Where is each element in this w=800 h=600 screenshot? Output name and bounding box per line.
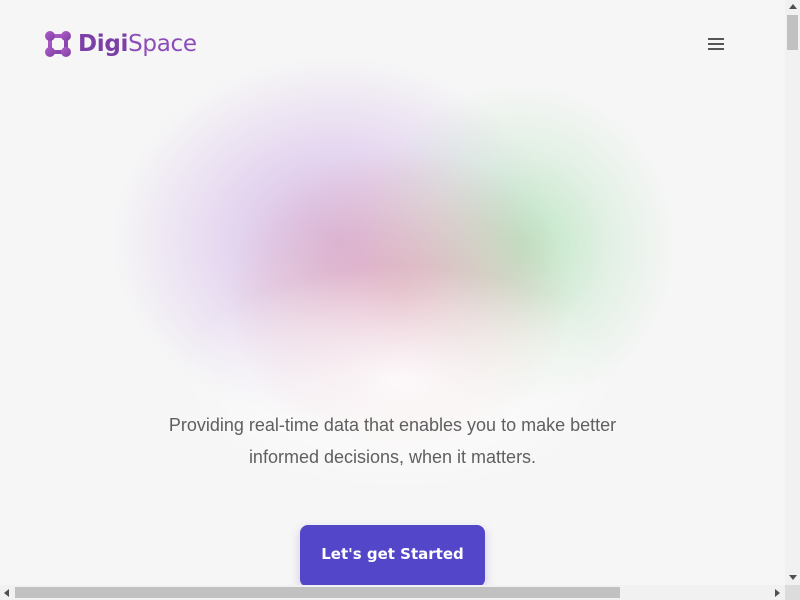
brand-logo-link[interactable]: DigiSpace — [44, 30, 197, 58]
hero-tagline-line1: Providing real-time data that enables yo… — [168, 415, 617, 435]
vertical-scrollbar-thumb[interactable] — [787, 15, 798, 50]
scroll-right-arrow-icon[interactable] — [775, 589, 780, 597]
scroll-left-arrow-icon[interactable] — [4, 589, 9, 597]
horizontal-scrollbar-thumb[interactable] — [15, 587, 620, 598]
horizontal-scrollbar[interactable] — [0, 585, 785, 600]
scroll-down-arrow-icon[interactable] — [789, 575, 797, 580]
scroll-up-arrow-icon[interactable] — [789, 4, 797, 9]
brand-name-part2: Space — [128, 31, 197, 57]
brand-name: DigiSpace — [78, 30, 197, 58]
scrollbar-corner — [785, 585, 800, 600]
hero-tagline: Providing real-time data that enables yo… — [120, 409, 665, 473]
vertical-scrollbar[interactable] — [785, 0, 800, 585]
get-started-button[interactable]: Let's get Started — [300, 525, 485, 585]
brand-name-part1: Digi — [78, 31, 129, 57]
hero-tagline-line2: informed decisions, when it matters. — [248, 447, 537, 467]
page-viewport: DigiSpace Providing real-time data that … — [0, 0, 785, 585]
hamburger-menu-icon — [708, 38, 724, 50]
menu-button[interactable] — [706, 35, 726, 53]
logo-mark-icon — [45, 31, 71, 57]
